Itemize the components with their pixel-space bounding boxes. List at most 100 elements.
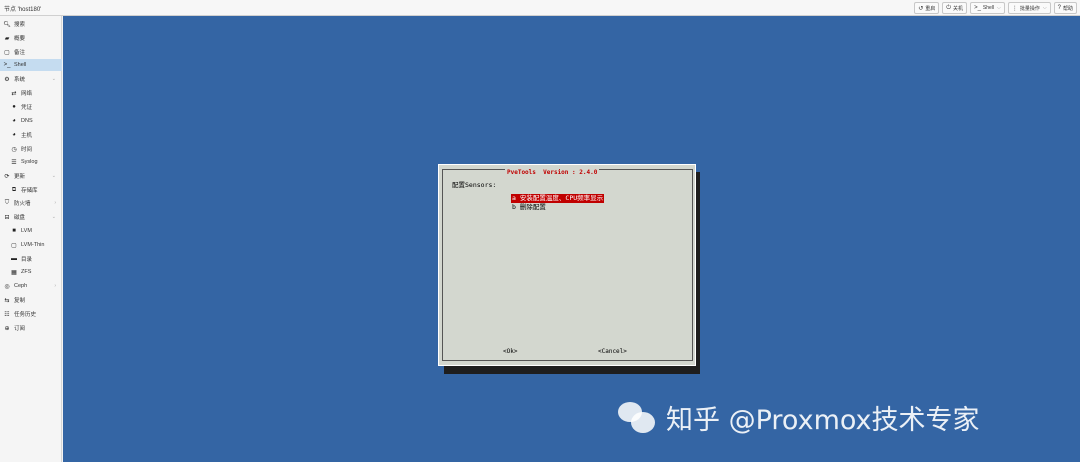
menu-item-b[interactable]: b 删除配置: [511, 203, 604, 212]
sidebar-item-label: LVM: [21, 228, 32, 234]
sidebar-item-system[interactable]: ⚙ 系统 ⌄: [0, 73, 62, 85]
shield-icon: ⛉: [4, 199, 10, 206]
gears-icon: ⚙: [4, 76, 10, 83]
shutdown-label: 关机: [953, 5, 964, 12]
cancel-button[interactable]: <Cancel>: [598, 348, 627, 355]
files-icon: ⧉: [11, 186, 17, 193]
sidebar-item-label: 存储库: [21, 188, 38, 194]
globe-icon: ◕: [12, 132, 16, 138]
power-icon: ⏻: [946, 4, 952, 11]
wechat-icon: [618, 400, 656, 436]
certificate-icon: ●: [12, 104, 16, 110]
chevron-right-icon: ›: [54, 283, 56, 289]
sidebar-item-syslog[interactable]: ☰ Syslog: [0, 156, 62, 168]
sidebar-item-shell[interactable]: >_ Shell: [0, 59, 62, 71]
menu-item-key: a: [512, 194, 516, 202]
toolbar: ↺ 重启 ⏻ 关机 >_ Shell ⌵ ⋮ 批量操作 ⌵ ? 帮助: [914, 2, 1077, 14]
chevron-down-icon: ⌄: [51, 173, 56, 179]
node-title: 节点 'host180': [4, 7, 42, 13]
menu-item-key: b: [512, 203, 516, 211]
sidebar-item-directory[interactable]: ▬ 目录: [0, 253, 62, 265]
sidebar-item-label: Syslog: [21, 159, 38, 165]
sidebar-item-label: DNS: [21, 118, 33, 124]
sidebar-item-label: 时间: [21, 147, 33, 153]
sidebar-item-label: ZFS: [21, 269, 32, 275]
sidebar-item-disks[interactable]: ⊟ 磁盘 ⌄: [0, 211, 62, 223]
sidebar-item-lvm[interactable]: ■ LVM: [0, 225, 62, 237]
sidebar-item-label: 磁盘: [14, 215, 26, 221]
sidebar-item-label: 防火墙: [14, 201, 31, 207]
sidebar-item-label: 复制: [14, 298, 26, 304]
grid-icon: ▦: [11, 269, 17, 276]
sidebar: 🔍︎ 搜索 ▰ 概要 ▢ 备注 >_ Shell ⚙ 系统 ⌄ ⇄ 网络 ● 凭证 ◕ DNS ◕…: [0, 16, 62, 462]
hdd-icon: ⊟: [4, 214, 10, 221]
sidebar-item-updates[interactable]: ⟳ 更新 ⌄: [0, 170, 62, 182]
book-icon: ▰: [4, 35, 10, 42]
sidebar-item-label: 系统: [14, 77, 26, 83]
search-icon: 🔍︎: [3, 21, 11, 28]
shell-button[interactable]: >_ Shell ⌵: [970, 2, 1005, 14]
sidebar-item-network[interactable]: ⇄ 网络: [0, 87, 62, 99]
chevron-down-icon: ⌄: [51, 214, 56, 220]
sidebar-item-summary[interactable]: ▰ 概要: [0, 32, 62, 44]
sidebar-item-task-history[interactable]: ☷ 任务历史: [0, 308, 62, 320]
sidebar-item-firewall[interactable]: ⛉ 防火墙 ›: [0, 197, 62, 209]
watermark-text: 知乎 @Proxmox技术专家: [666, 405, 980, 436]
list-icon: ☰: [11, 159, 17, 166]
sidebar-item-label: 主机: [21, 133, 33, 139]
refresh-icon: ⟳: [4, 173, 10, 180]
sidebar-item-notes[interactable]: ▢ 备注: [0, 46, 62, 58]
menu-list: a 安装配置温度、CPU频率显示 b 删除配置: [511, 194, 605, 212]
square-outline-icon: ▢: [11, 242, 17, 249]
menu-item-label: 安装配置温度、CPU频率显示: [519, 194, 604, 202]
menu-item-a[interactable]: a 安装配置温度、CPU频率显示: [511, 194, 605, 203]
folder-icon: ▬: [11, 256, 17, 262]
sidebar-item-label: 网络: [21, 91, 33, 97]
reboot-icon: ↺: [918, 5, 924, 12]
bulk-actions-label: 批量操作: [1019, 5, 1040, 12]
clock-icon: ◷: [11, 146, 17, 153]
sidebar-item-label: 订阅: [14, 326, 26, 332]
sidebar-item-label: Shell: [14, 62, 27, 68]
sidebar-item-label: 目录: [21, 257, 33, 263]
sidebar-item-replication[interactable]: ⇆ 复制: [0, 294, 62, 306]
terminal-icon: >_: [974, 5, 981, 11]
dialog-title: PveTools Version : 2.4.0: [505, 169, 600, 176]
menu-item-label: 删除配置: [519, 203, 546, 211]
dialog-frame: PveTools Version : 2.4.0 配置Sensors: a 安装配…: [442, 169, 693, 361]
sidebar-item-label: 搜索: [14, 22, 26, 28]
ok-button[interactable]: <Ok>: [503, 348, 517, 355]
list-alt-icon: ☷: [4, 311, 10, 318]
sidebar-item-time[interactable]: ◷ 时间: [0, 143, 62, 155]
square-icon: ■: [12, 228, 16, 234]
globe-icon: ◕: [12, 118, 16, 124]
sidebar-item-lvm-thin[interactable]: ▢ LVM-Thin: [0, 239, 62, 251]
help-icon: ?: [1057, 5, 1061, 11]
help-button[interactable]: ? 帮助: [1053, 2, 1077, 14]
sidebar-item-search[interactable]: 🔍︎ 搜索: [0, 18, 62, 30]
sidebar-item-ceph[interactable]: ◎ Ceph ›: [0, 280, 62, 292]
sidebar-item-dns[interactable]: ◕ DNS: [0, 115, 62, 127]
chevron-right-icon: ›: [54, 200, 56, 206]
retweet-icon: ⇆: [4, 297, 10, 304]
watermark: 知乎 @Proxmox技术专家: [618, 398, 980, 437]
sidebar-item-label: 任务历史: [14, 312, 37, 318]
pvetools-dialog: PveTools Version : 2.4.0 配置Sensors: a 安装配…: [438, 164, 696, 366]
exchange-icon: ⇄: [11, 90, 17, 97]
chevron-down-icon: ⌄: [51, 76, 56, 82]
sidebar-item-zfs[interactable]: ▦ ZFS: [0, 266, 62, 278]
reboot-button[interactable]: ↺ 重启: [914, 2, 940, 14]
shutdown-button[interactable]: ⏻ 关机: [942, 2, 968, 14]
sidebar-item-repositories[interactable]: ⧉ 存储库: [0, 184, 62, 196]
sidebar-item-subscription[interactable]: ⊕ 订阅: [0, 322, 62, 334]
top-bar: 节点 'host180' ↺ 重启 ⏻ 关机 >_ Shell ⌵ ⋮ 批量操作…: [0, 0, 1080, 16]
bulk-actions-button[interactable]: ⋮ 批量操作 ⌵: [1007, 2, 1051, 14]
sidebar-item-certificates[interactable]: ● 凭证: [0, 101, 62, 113]
note-icon: ▢: [4, 49, 10, 56]
support-icon: ⊕: [4, 325, 10, 332]
sidebar-item-label: 凭证: [21, 105, 33, 111]
sidebar-item-hosts[interactable]: ◕ 主机: [0, 129, 62, 141]
sidebar-item-label: LVM-Thin: [21, 242, 45, 248]
terminal-icon: >_: [3, 62, 11, 68]
more-icon: ⋮: [1011, 5, 1018, 12]
